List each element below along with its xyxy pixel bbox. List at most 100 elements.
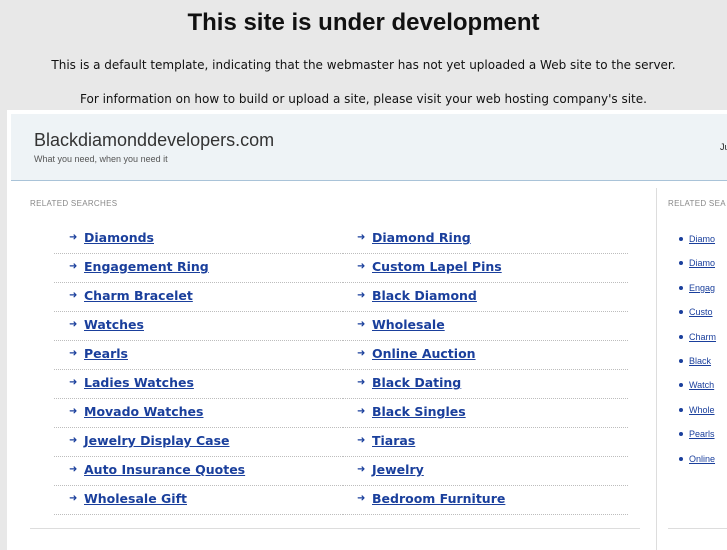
right-arrow-icon: ➜ bbox=[69, 261, 78, 272]
related-search-link[interactable]: Diamond Ring bbox=[372, 230, 471, 245]
parked-page-frame: Blackdiamonddevelopers.com What you need… bbox=[7, 110, 727, 550]
related-search-row: ➜ Movado Watches bbox=[54, 399, 341, 428]
sidebar-search-link[interactable]: Diamo bbox=[679, 234, 716, 244]
right-arrow-icon: ➜ bbox=[357, 348, 366, 359]
site-name[interactable]: Blackdiamonddevelopers.com bbox=[34, 130, 274, 151]
related-search-row: ➜ Charm Bracelet bbox=[54, 283, 341, 312]
right-arrow-icon: ➜ bbox=[69, 348, 78, 359]
related-search-link[interactable]: Watches bbox=[84, 317, 144, 332]
right-arrow-icon: ➜ bbox=[69, 319, 78, 330]
related-search-link[interactable]: Engagement Ring bbox=[84, 259, 209, 274]
right-arrow-icon: ➜ bbox=[357, 377, 366, 388]
right-arrow-icon: ➜ bbox=[357, 406, 366, 417]
sidebar-search-link[interactable]: Watch bbox=[679, 380, 715, 391]
bullet-icon bbox=[679, 261, 683, 266]
sidebar-search-label: Watch bbox=[689, 380, 715, 391]
bullet-icon bbox=[679, 310, 683, 315]
sidebar-search-link[interactable]: Charm bbox=[679, 331, 717, 342]
related-search-link[interactable]: Black Singles bbox=[372, 404, 466, 419]
bullet-icon bbox=[679, 383, 683, 388]
related-search-row: ➜ Auto Insurance Quotes bbox=[54, 457, 341, 486]
bullet-icon bbox=[679, 359, 683, 363]
sidebar-related-searches-label: RELATED SEA bbox=[668, 199, 726, 208]
related-search-row: ➜ Black Diamond bbox=[342, 283, 628, 312]
related-search-row: ➜ Tiaras bbox=[342, 428, 628, 457]
right-arrow-icon: ➜ bbox=[69, 290, 78, 301]
right-arrow-icon: ➜ bbox=[357, 319, 366, 330]
related-search-link[interactable]: Charm Bracelet bbox=[84, 288, 193, 303]
related-search-link[interactable]: Diamonds bbox=[84, 230, 154, 245]
related-search-link[interactable]: Bedroom Furniture bbox=[372, 491, 505, 506]
related-search-link[interactable]: Online Auction bbox=[372, 346, 476, 361]
notice-line-2: For information on how to build or uploa… bbox=[80, 92, 647, 106]
related-search-row: ➜ Engagement Ring bbox=[54, 254, 341, 283]
sidebar-search-label: Engag bbox=[689, 282, 716, 293]
sidebar-search-label: Black bbox=[689, 356, 712, 366]
related-search-link[interactable]: Pearls bbox=[84, 346, 128, 361]
right-arrow-icon: ➜ bbox=[69, 493, 78, 504]
right-arrow-icon: ➜ bbox=[69, 406, 78, 417]
related-search-link[interactable]: Jewelry bbox=[372, 462, 424, 477]
sidebar-search-link[interactable]: Pearls bbox=[679, 429, 715, 440]
sidebar-search-link[interactable]: Custo bbox=[679, 307, 713, 317]
right-arrow-icon: ➜ bbox=[357, 464, 366, 475]
related-search-row: ➜ Wholesale bbox=[342, 312, 628, 341]
right-arrow-icon: ➜ bbox=[69, 435, 78, 446]
related-search-row: ➜ Watches bbox=[54, 312, 341, 341]
related-search-row: ➜ Online Auction bbox=[342, 341, 628, 370]
bullet-icon bbox=[679, 432, 683, 437]
related-search-row: ➜ Pearls bbox=[54, 341, 341, 370]
related-search-link[interactable]: Wholesale bbox=[372, 317, 445, 332]
sidebar-search-link[interactable]: Diamo bbox=[679, 258, 716, 269]
page-title: This site is under development bbox=[187, 9, 540, 36]
related-search-link[interactable]: Custom Lapel Pins bbox=[372, 259, 502, 274]
sidebar-search-link[interactable]: Whole bbox=[679, 404, 715, 415]
site-header: Blackdiamonddevelopers.com What you need… bbox=[11, 114, 727, 181]
sidebar-search-label: Diamo bbox=[689, 234, 716, 244]
related-search-link[interactable]: Wholesale Gift bbox=[84, 491, 187, 506]
right-arrow-icon: ➜ bbox=[69, 232, 78, 243]
related-search-row: ➜ Diamond Ring bbox=[342, 225, 628, 254]
sidebar-search-label: Charm bbox=[689, 331, 717, 342]
sidebar-search-link[interactable]: Black bbox=[679, 356, 712, 366]
related-search-row: ➜ Diamonds bbox=[54, 225, 341, 254]
related-search-row: ➜ Black Singles bbox=[342, 399, 628, 428]
related-search-row: ➜ Ladies Watches bbox=[54, 370, 341, 399]
header-date: Ju bbox=[720, 142, 727, 152]
bullet-icon bbox=[679, 237, 683, 241]
related-search-link[interactable]: Jewelry Display Case bbox=[84, 433, 230, 448]
sidebar-search-label: Online bbox=[689, 453, 716, 464]
right-arrow-icon: ➜ bbox=[357, 290, 366, 301]
right-arrow-icon: ➜ bbox=[357, 435, 366, 446]
bottom-divider bbox=[30, 528, 640, 529]
sidebar-search-label: Diamo bbox=[689, 258, 716, 269]
sidebar-search-label: Whole bbox=[689, 404, 715, 415]
sidebar-search-label: Pearls bbox=[689, 429, 715, 440]
sidebar-bottom-divider bbox=[668, 528, 727, 529]
related-search-row: ➜ Jewelry bbox=[342, 457, 628, 486]
related-search-link[interactable]: Movado Watches bbox=[84, 404, 203, 419]
sidebar-search-link[interactable]: Engag bbox=[679, 282, 716, 293]
right-arrow-icon: ➜ bbox=[357, 493, 366, 504]
related-search-link[interactable]: Tiaras bbox=[372, 433, 415, 448]
sidebar-search-link[interactable]: Online bbox=[679, 453, 716, 464]
column-divider bbox=[656, 188, 657, 550]
notice-line-1: This is a default template, indicating t… bbox=[51, 58, 676, 72]
related-search-link[interactable]: Black Dating bbox=[372, 375, 461, 390]
site-tagline: What you need, when you need it bbox=[34, 154, 168, 164]
related-search-row: ➜ Black Dating bbox=[342, 370, 628, 399]
related-search-row: ➜ Bedroom Furniture bbox=[342, 486, 628, 515]
right-arrow-icon: ➜ bbox=[69, 377, 78, 388]
related-search-row: ➜ Custom Lapel Pins bbox=[342, 254, 628, 283]
related-search-row: ➜ Jewelry Display Case bbox=[54, 428, 341, 457]
related-search-row: ➜ Wholesale Gift bbox=[54, 486, 341, 515]
right-arrow-icon: ➜ bbox=[69, 464, 78, 475]
right-arrow-icon: ➜ bbox=[357, 232, 366, 243]
right-arrow-icon: ➜ bbox=[357, 261, 366, 272]
related-search-link[interactable]: Auto Insurance Quotes bbox=[84, 462, 245, 477]
related-search-link[interactable]: Black Diamond bbox=[372, 288, 477, 303]
related-searches-label: RELATED SEARCHES bbox=[30, 199, 118, 208]
related-search-link[interactable]: Ladies Watches bbox=[84, 375, 194, 390]
bullet-icon bbox=[679, 334, 683, 339]
bullet-icon bbox=[679, 285, 683, 290]
